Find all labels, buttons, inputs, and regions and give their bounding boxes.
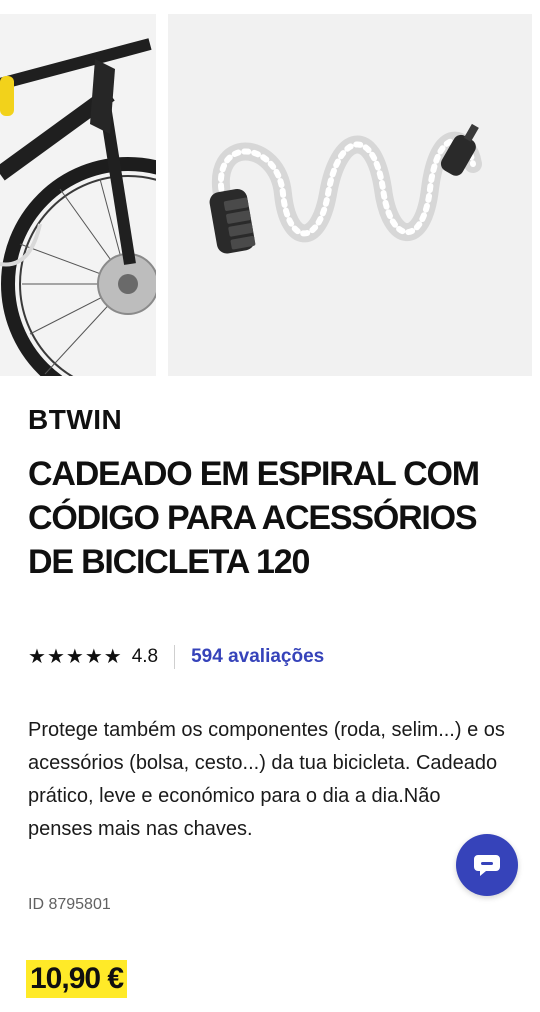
bicycle-photo[interactable] — [0, 14, 156, 376]
spiral-cable-lock-photo[interactable] — [168, 14, 532, 376]
star-icon: ★ — [46, 646, 65, 668]
divider — [174, 645, 176, 669]
product-description: Protege também os componentes (roda, sel… — [28, 719, 505, 840]
chat-button[interactable] — [456, 834, 518, 896]
product-id: ID 8795801 — [28, 896, 111, 913]
price-tag: 10,90 € — [26, 960, 128, 998]
rating-score: 4.8 — [131, 646, 159, 667]
star-icon: ★ — [103, 646, 122, 668]
star-icon: ★ — [65, 646, 84, 668]
product-title: CADEADO EM ESPIRAL COM CÓDIGO PARA ACESS… — [28, 455, 480, 581]
star-icon: ★ — [28, 646, 46, 668]
chat-bubble-icon — [474, 855, 500, 876]
star-icon: ★ — [84, 646, 103, 668]
brand-name[interactable]: BTWIN — [28, 404, 122, 436]
reviews-link[interactable]: 594 avaliações — [191, 646, 324, 668]
rating-summary[interactable]: ★ ★ ★ ★ ★ 4.8 594 avaliações — [28, 644, 324, 670]
product-image-gallery[interactable] — [0, 0, 540, 380]
star-rating: ★ ★ ★ ★ ★ — [28, 647, 122, 667]
